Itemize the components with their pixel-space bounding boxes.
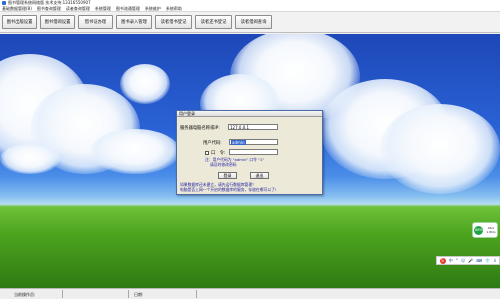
toolbar: 图书出版设置 图书借阅设置 借书证办理 图书录入管理 读者借书登记 读者还书登记… <box>0 12 500 33</box>
menu-maintenance[interactable]: 系统维护 <box>145 6 161 12</box>
status-bar: 当前操作员: 日期: <box>0 288 500 299</box>
ime-chinese-mode[interactable]: 中 <box>449 258 453 264</box>
user-label: 用户代码: <box>203 141 222 146</box>
server-input[interactable]: 127.0.0.1 <box>228 124 278 130</box>
sogou-logo-icon[interactable]: S <box>439 257 446 264</box>
menu-system[interactable]: 系统管理 <box>95 6 111 12</box>
menu-help[interactable]: 系统帮助 <box>166 6 182 12</box>
publish-settings-button[interactable]: 图书出版设置 <box>2 15 37 29</box>
speed-gauge-icon: 66% <box>474 225 484 235</box>
date-label: 日期: <box>134 292 144 297</box>
user-code-input[interactable]: admin <box>229 139 278 145</box>
password-input[interactable] <box>229 149 278 155</box>
menu-circulation[interactable]: 图书流通管理 <box>116 6 140 12</box>
login-button[interactable]: 登录 <box>218 172 237 179</box>
ime-toolbar: S 中 ° ☺ 🎤 ⌨ 👕 ⠿ <box>436 256 500 265</box>
exit-button[interactable]: 退出 <box>250 172 269 179</box>
app-icon <box>2 1 6 5</box>
return-register-button[interactable]: 读者还书登记 <box>195 15 232 29</box>
operator-label: 当前操作员: <box>14 292 36 297</box>
menu-book-query[interactable]: 图书查询管理 <box>37 6 61 12</box>
borrow-query-button[interactable]: 读者借阅查询 <box>235 15 272 29</box>
library-card-button[interactable]: 借书证办理 <box>78 15 113 29</box>
download-speed: 1.8K/s <box>486 230 496 234</box>
ime-punctuation-icon[interactable]: ° <box>456 258 458 263</box>
status-divider <box>62 290 63 298</box>
ime-microphone-icon[interactable]: 🎤 <box>468 258 473 263</box>
dialog-title: 用户登录 <box>177 111 322 117</box>
server-notice: 电脑是否上网一个开启的数据库的服务，存放在哪可以了! <box>180 187 277 192</box>
password-row: 口 令: <box>205 150 225 156</box>
server-value: 127.0.0.1 <box>230 124 250 130</box>
ime-emoji-icon[interactable]: ☺ <box>461 258 465 263</box>
change-password-hint: 请及时修改密码 <box>210 162 237 167</box>
user-code-value: admin <box>231 139 246 145</box>
status-divider <box>196 290 197 298</box>
ime-keyboard-icon[interactable]: ⌨ <box>476 258 482 263</box>
ime-skin-icon[interactable]: 👕 <box>485 258 490 263</box>
user-row: 用户代码: <box>203 140 222 146</box>
password-checkbox[interactable] <box>205 151 209 155</box>
menu-reader-query[interactable]: 读者查询管理 <box>66 6 90 12</box>
network-speed-widget[interactable]: 66% 0K/s 1.8K/s <box>472 222 498 238</box>
status-divider <box>128 290 129 298</box>
server-label: 服务器电脑名称或IP: <box>180 126 220 131</box>
ime-toolbox-icon[interactable]: ⠿ <box>493 258 496 263</box>
menu-basic-data[interactable]: 基础数据管理(B) <box>2 6 32 12</box>
password-label: 口 令: <box>211 151 226 156</box>
server-row: 服务器电脑名称或IP: <box>180 125 220 131</box>
borrow-settings-button[interactable]: 图书借阅设置 <box>40 15 75 29</box>
speed-readout: 0K/s 1.8K/s <box>486 226 495 234</box>
book-entry-button[interactable]: 图书录入管理 <box>116 15 152 29</box>
borrow-register-button[interactable]: 读者借书登记 <box>155 15 192 29</box>
